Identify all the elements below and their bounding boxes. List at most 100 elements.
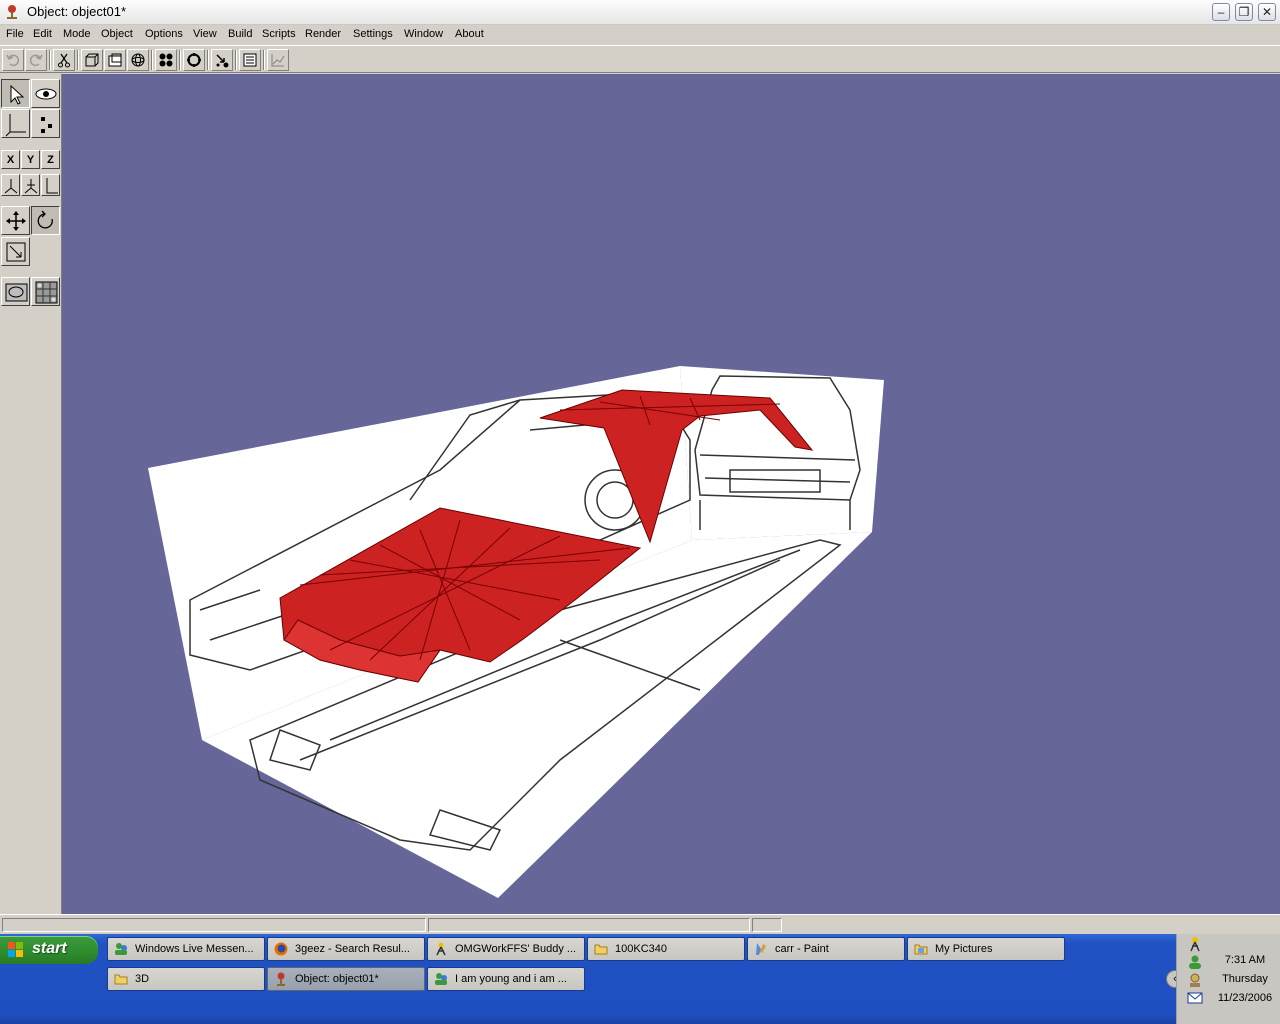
render-preview-button[interactable] bbox=[1, 277, 30, 306]
start-button[interactable]: start bbox=[0, 936, 98, 964]
menu-view[interactable]: View bbox=[193, 28, 217, 40]
box-view-button[interactable] bbox=[104, 49, 126, 71]
close-button[interactable]: ✕ bbox=[1258, 3, 1276, 21]
3d-viewport[interactable] bbox=[62, 74, 1280, 914]
select-tool-button[interactable] bbox=[1, 79, 30, 108]
front-reference-plane bbox=[680, 366, 884, 540]
menu-object[interactable]: Object bbox=[101, 28, 133, 40]
restore-button[interactable]: ❐ bbox=[1235, 3, 1253, 21]
menu-build[interactable]: Build bbox=[228, 28, 252, 40]
messenger-icon bbox=[435, 973, 447, 985]
status-pane-1 bbox=[2, 918, 426, 932]
task-object-editor[interactable]: Object: object01* bbox=[267, 967, 425, 991]
cut-button[interactable] bbox=[53, 49, 75, 71]
move-tool-button[interactable] bbox=[1, 206, 30, 235]
axis-y-button[interactable]: Y bbox=[21, 150, 40, 169]
axis-x-icon: X bbox=[6, 154, 15, 166]
task-paint[interactable]: carr - Paint bbox=[747, 937, 905, 961]
points-icon bbox=[41, 117, 52, 133]
toolbar-separator bbox=[49, 50, 51, 70]
app-3d-icon bbox=[7, 5, 17, 19]
list-button[interactable] bbox=[239, 49, 261, 71]
firefox-icon bbox=[274, 942, 288, 956]
axes-b-button[interactable] bbox=[21, 174, 40, 196]
axis-tool-button[interactable] bbox=[1, 109, 30, 138]
task-windows-live-messenger[interactable]: Windows Live Messen... bbox=[107, 937, 265, 961]
menu-scripts[interactable]: Scripts bbox=[262, 28, 296, 40]
redo-button[interactable] bbox=[25, 49, 47, 71]
task-aim-buddy[interactable]: OMGWorkFFS' Buddy ... bbox=[427, 937, 585, 961]
task-label: carr - Paint bbox=[775, 943, 829, 955]
graph-icon bbox=[271, 54, 285, 67]
axes-a-button[interactable] bbox=[1, 174, 20, 196]
undo-button[interactable] bbox=[2, 49, 24, 71]
circle-select-button[interactable] bbox=[183, 49, 205, 71]
move-points-button[interactable] bbox=[211, 49, 233, 71]
scale-tool-button[interactable] bbox=[1, 237, 30, 266]
title-bar: Object: object01* – ❐ ✕ bbox=[0, 0, 1280, 25]
menu-settings[interactable]: Settings bbox=[353, 28, 393, 40]
view-tool-button[interactable] bbox=[31, 79, 60, 108]
minimize-button[interactable]: – bbox=[1212, 3, 1230, 21]
folder-pictures-icon bbox=[914, 944, 928, 955]
task-label: Windows Live Messen... bbox=[135, 943, 254, 955]
system-tray: 7:31 AM Thursday 11/23/2006 bbox=[1176, 934, 1280, 1024]
toolbar bbox=[0, 45, 1280, 73]
menu-file[interactable]: File bbox=[6, 28, 24, 40]
task-label: 3D bbox=[135, 973, 150, 985]
toolbar-separator bbox=[77, 50, 79, 70]
points-tool-button[interactable] bbox=[31, 109, 60, 138]
dots-grid-icon bbox=[159, 53, 173, 67]
list-icon bbox=[243, 53, 257, 67]
redo-icon bbox=[29, 54, 43, 67]
clock-day: Thursday bbox=[1222, 973, 1268, 985]
axis-z-button[interactable]: Z bbox=[41, 150, 60, 169]
axis-y-icon: Y bbox=[26, 154, 35, 166]
menu-mode[interactable]: Mode bbox=[63, 28, 91, 40]
minimize-icon: – bbox=[1217, 5, 1225, 19]
menu-window[interactable]: Window bbox=[404, 28, 443, 40]
axis-x-button[interactable]: X bbox=[1, 150, 20, 169]
task-folder-3d[interactable]: 3D bbox=[107, 967, 265, 991]
sphere-view-button[interactable] bbox=[127, 49, 149, 71]
menu-render[interactable]: Render bbox=[305, 28, 341, 40]
axes-a-icon bbox=[4, 179, 18, 194]
task-label: OMGWorkFFS' Buddy ... bbox=[455, 943, 577, 955]
rotate-tool-button[interactable] bbox=[31, 206, 60, 235]
task-label: 3geez - Search Resul... bbox=[295, 943, 410, 955]
cut-icon bbox=[58, 53, 70, 68]
paint-icon bbox=[756, 943, 766, 955]
cube-view-icon bbox=[85, 53, 99, 67]
dots-grid-button[interactable] bbox=[155, 49, 177, 71]
messenger-icon bbox=[115, 943, 127, 955]
sphere-view-icon bbox=[131, 53, 145, 67]
task-label: My Pictures bbox=[935, 943, 993, 955]
menu-options[interactable]: Options bbox=[145, 28, 183, 40]
menu-edit[interactable]: Edit bbox=[33, 28, 52, 40]
axis-icon bbox=[5, 114, 26, 137]
cube-view-button[interactable] bbox=[81, 49, 103, 71]
rotate-icon bbox=[37, 210, 53, 229]
app-3d-icon bbox=[277, 972, 285, 986]
texture-grid-button[interactable] bbox=[31, 277, 60, 306]
toolbar-separator bbox=[179, 50, 181, 70]
task-label: Object: object01* bbox=[295, 973, 379, 985]
axes-c-icon bbox=[46, 178, 58, 194]
task-my-pictures[interactable]: My Pictures bbox=[907, 937, 1065, 961]
arrow-select-icon bbox=[10, 84, 25, 105]
aim-tray-icon[interactable] bbox=[1187, 936, 1203, 952]
task-folder-100kc340[interactable]: 100KC340 bbox=[587, 937, 745, 961]
task-messenger-chat[interactable]: I am young and i am ... bbox=[427, 967, 585, 991]
toolbar-separator bbox=[263, 50, 265, 70]
clock-time[interactable]: 7:31 AM bbox=[1193, 954, 1280, 966]
scale-icon bbox=[6, 242, 26, 262]
graph-button[interactable] bbox=[267, 49, 289, 71]
task-firefox-search[interactable]: 3geez - Search Resul... bbox=[267, 937, 425, 961]
status-pane-2 bbox=[428, 918, 750, 932]
task-label: 100KC340 bbox=[615, 943, 667, 955]
texture-grid-icon bbox=[35, 281, 58, 304]
circle-select-icon bbox=[187, 53, 201, 67]
window-title: Object: object01* bbox=[27, 4, 127, 19]
axes-c-button[interactable] bbox=[41, 174, 60, 196]
menu-about[interactable]: About bbox=[455, 28, 484, 40]
